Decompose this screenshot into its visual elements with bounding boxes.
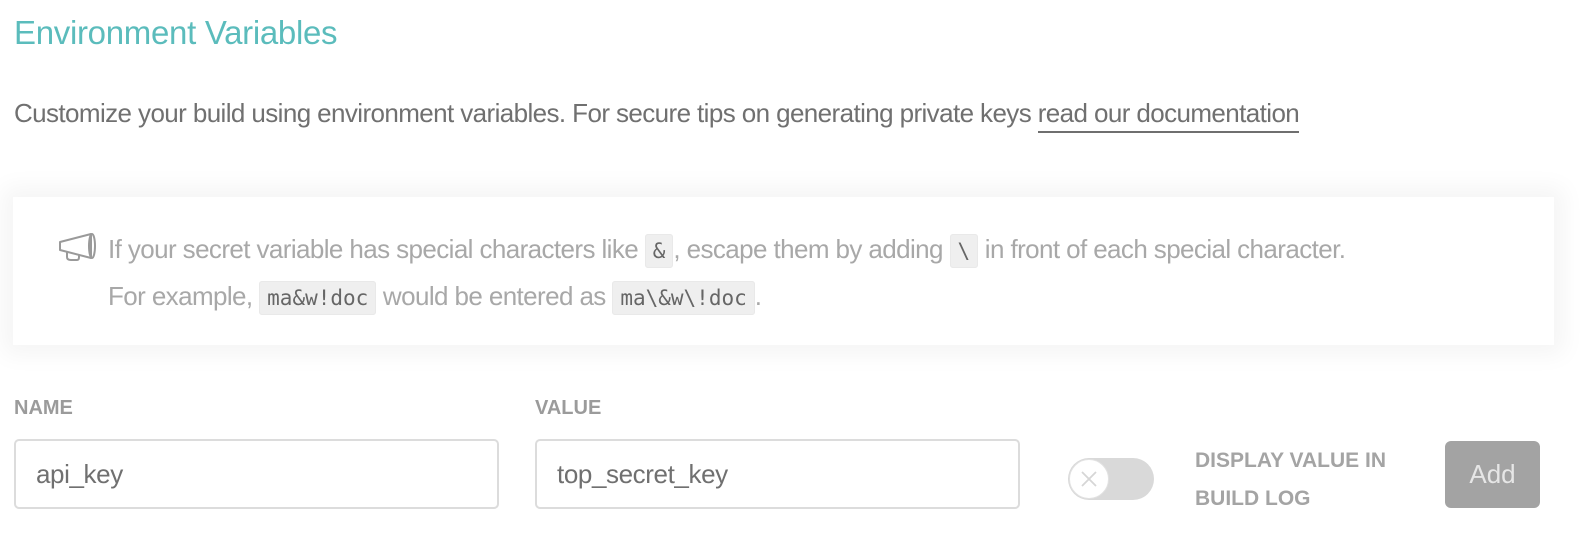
notice-text-part: in front of each special character.	[978, 234, 1346, 264]
value-input[interactable]	[535, 439, 1020, 509]
name-label: NAME	[14, 397, 73, 419]
notice-text-part: , escape them by adding	[673, 234, 950, 264]
code-example: ma&w!doc	[259, 281, 377, 315]
notice-text-part: For example,	[108, 281, 260, 311]
display-value-label: DISPLAY VALUE IN BUILD LOG	[1195, 449, 1386, 510]
toggle-knob	[1069, 459, 1109, 499]
megaphone-icon	[57, 232, 101, 262]
intro-text: Customize your build using environment v…	[14, 98, 1300, 133]
name-input[interactable]	[14, 439, 499, 509]
notice-text-part: If your secret variable has special char…	[108, 234, 645, 264]
notice-text: If your secret variable has special char…	[108, 227, 1528, 321]
add-button[interactable]: Add	[1445, 441, 1540, 508]
value-label: VALUE	[535, 397, 602, 419]
display-value-toggle[interactable]	[1068, 458, 1154, 500]
intro-description: Customize your build using environment v…	[14, 98, 1038, 128]
page-title: Environment Variables	[14, 14, 338, 51]
x-icon	[1081, 471, 1097, 487]
code-ampersand: &	[644, 234, 674, 268]
code-escaped-example: ma\&w\!doc	[612, 281, 755, 315]
escape-notice-box: If your secret variable has special char…	[13, 197, 1554, 345]
documentation-link[interactable]: read our documentation	[1037, 98, 1300, 133]
notice-text-part: .	[754, 281, 762, 311]
code-backslash: \	[949, 234, 979, 268]
notice-text-part: would be entered as	[376, 281, 613, 311]
